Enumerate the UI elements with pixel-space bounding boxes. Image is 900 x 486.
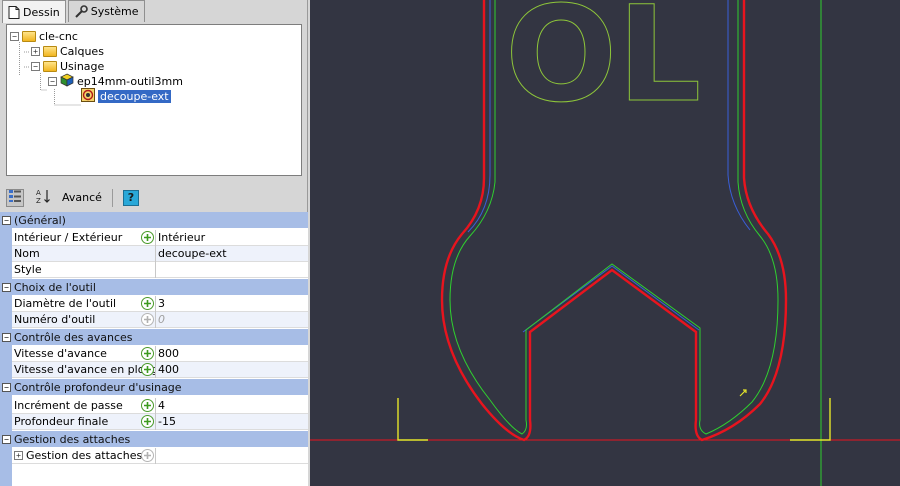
help-button[interactable]: ? [122, 189, 139, 206]
prop-increment[interactable]: Incrément de passe 4 [12, 397, 308, 414]
edit-icon[interactable] [141, 312, 154, 326]
collapse-icon[interactable]: − [2, 434, 11, 444]
section-depth[interactable]: − Contrôle profondeur d'usinage [0, 379, 308, 395]
prop-attach-name: Gestion des attaches [26, 449, 143, 462]
tree-node-usinage-label: Usinage [60, 60, 105, 73]
tree-node-operation-label: decoupe-ext [97, 89, 172, 104]
edit-icon[interactable] [141, 362, 154, 376]
prop-plunge-value[interactable]: 400 [156, 363, 308, 376]
prop-plunge-name: Vitesse d'avance en plongée [14, 363, 155, 376]
cad-drawing: OL [310, 0, 900, 486]
cube-icon [60, 73, 74, 90]
cursor-marker [739, 389, 747, 397]
section-tool[interactable]: − Choix de l'outil [0, 279, 308, 295]
property-grid: − (Général) Intérieur / Extérieur Intéri… [0, 212, 308, 486]
prop-tool-number-value[interactable]: 0 [156, 313, 308, 326]
section-attach[interactable]: − Gestion des attaches [0, 431, 308, 447]
svg-text:A: A [36, 189, 41, 197]
categorized-view-button[interactable] [6, 188, 24, 207]
prop-interior-exterior-value[interactable]: Intérieur [156, 231, 308, 244]
svg-text:Z: Z [36, 197, 41, 204]
folder-icon [22, 31, 36, 42]
prop-tool-number[interactable]: Numéro d'outil 0 [12, 311, 308, 328]
left-panel: Dessin Système − cle-cnc + Calques − Usi… [0, 0, 308, 486]
section-attach-title: Gestion des attaches [14, 432, 131, 446]
tree-node-tool[interactable]: − ep14mm-outil3mm [48, 73, 183, 90]
prop-feed[interactable]: Vitesse d'avance 800 [12, 345, 308, 362]
edit-icon[interactable] [141, 398, 154, 412]
document-tree[interactable]: − cle-cnc + Calques − Usinage − ep14mm-o… [6, 24, 302, 176]
prop-final-depth[interactable]: Profondeur finale -15 [12, 413, 308, 430]
tree-node-root-label: cle-cnc [39, 30, 78, 43]
collapse-icon[interactable]: − [10, 32, 19, 41]
prop-feed-name: Vitesse d'avance [14, 347, 107, 360]
property-toolbar: AZ Avancé ? [0, 184, 308, 211]
engraved-text: OL [505, 0, 701, 132]
prop-diameter[interactable]: Diamètre de l'outil 3 [12, 295, 308, 312]
section-depth-title: Contrôle profondeur d'usinage [14, 380, 182, 394]
collapse-icon[interactable]: − [48, 77, 57, 86]
document-icon [8, 5, 20, 19]
expand-icon[interactable]: + [14, 451, 23, 460]
prop-nom-value[interactable]: decoupe-ext [156, 247, 308, 260]
left-corner-mark [397, 398, 428, 441]
section-tool-title: Choix de l'outil [14, 280, 96, 294]
panel-tabs: Dessin Système [2, 0, 147, 23]
folder-icon [43, 61, 57, 72]
collapse-icon[interactable]: − [2, 215, 11, 225]
prop-nom[interactable]: Nom decoupe-ext [12, 245, 308, 262]
prop-feed-value[interactable]: 800 [156, 347, 308, 360]
section-feeds-title: Contrôle des avances [14, 330, 133, 344]
prop-plunge[interactable]: Vitesse d'avance en plongée 400 [12, 361, 308, 378]
collapse-icon[interactable]: − [2, 382, 11, 392]
prop-increment-name: Incrément de passe [14, 399, 123, 412]
prop-diameter-name: Diamètre de l'outil [14, 297, 117, 310]
right-corner-mark [790, 398, 831, 441]
prop-final-depth-value[interactable]: -15 [156, 415, 308, 428]
prop-style[interactable]: Style [12, 261, 308, 278]
tree-node-calques-label: Calques [60, 45, 104, 58]
edit-icon[interactable] [141, 414, 154, 428]
prop-nom-name: Nom [14, 247, 40, 260]
collapse-icon[interactable]: − [31, 62, 40, 71]
section-general[interactable]: − (Général) [0, 212, 308, 228]
edit-icon[interactable] [141, 346, 154, 360]
prop-interior-exterior[interactable]: Intérieur / Extérieur Intérieur [12, 229, 308, 246]
prop-diameter-value[interactable]: 3 [156, 297, 308, 310]
section-feeds[interactable]: − Contrôle des avances [0, 329, 308, 345]
tree-node-calques[interactable]: + Calques [31, 44, 104, 59]
prop-tool-number-name: Numéro d'outil [14, 313, 96, 326]
drawing-canvas[interactable]: OL [310, 0, 900, 486]
prop-interior-exterior-name: Intérieur / Extérieur [14, 231, 123, 244]
prop-final-depth-name: Profondeur finale [14, 415, 109, 428]
collapse-icon[interactable]: − [2, 282, 11, 292]
tree-node-root[interactable]: − cle-cnc [10, 29, 78, 44]
tree-node-tool-label: ep14mm-outil3mm [77, 75, 183, 88]
prop-attach[interactable]: + Gestion des attaches [12, 447, 308, 464]
categorized-icon [8, 189, 22, 206]
tab-systeme-label: Système [90, 5, 139, 18]
advanced-button[interactable]: Avancé [62, 191, 102, 204]
tab-dessin[interactable]: Dessin [2, 0, 66, 23]
collapse-icon[interactable]: − [2, 332, 11, 342]
prop-increment-value[interactable]: 4 [156, 399, 308, 412]
tab-systeme[interactable]: Système [67, 0, 145, 22]
prop-style-name: Style [14, 263, 42, 276]
expand-icon[interactable]: + [31, 47, 40, 56]
tree-node-usinage[interactable]: − Usinage [31, 59, 104, 74]
sort-alpha-button[interactable]: AZ [34, 189, 52, 207]
wrench-icon [74, 4, 88, 19]
operation-icon [81, 88, 95, 105]
edit-icon[interactable] [141, 296, 154, 310]
tree-node-operation[interactable]: decoupe-ext [81, 88, 172, 105]
edit-icon[interactable] [141, 230, 154, 244]
folder-icon [43, 46, 57, 57]
toolbar-separator [111, 188, 113, 207]
section-general-title: (Général) [14, 213, 66, 227]
edit-icon[interactable] [141, 448, 154, 462]
sort-az-icon: AZ [35, 188, 51, 207]
tab-dessin-label: Dessin [23, 5, 60, 19]
